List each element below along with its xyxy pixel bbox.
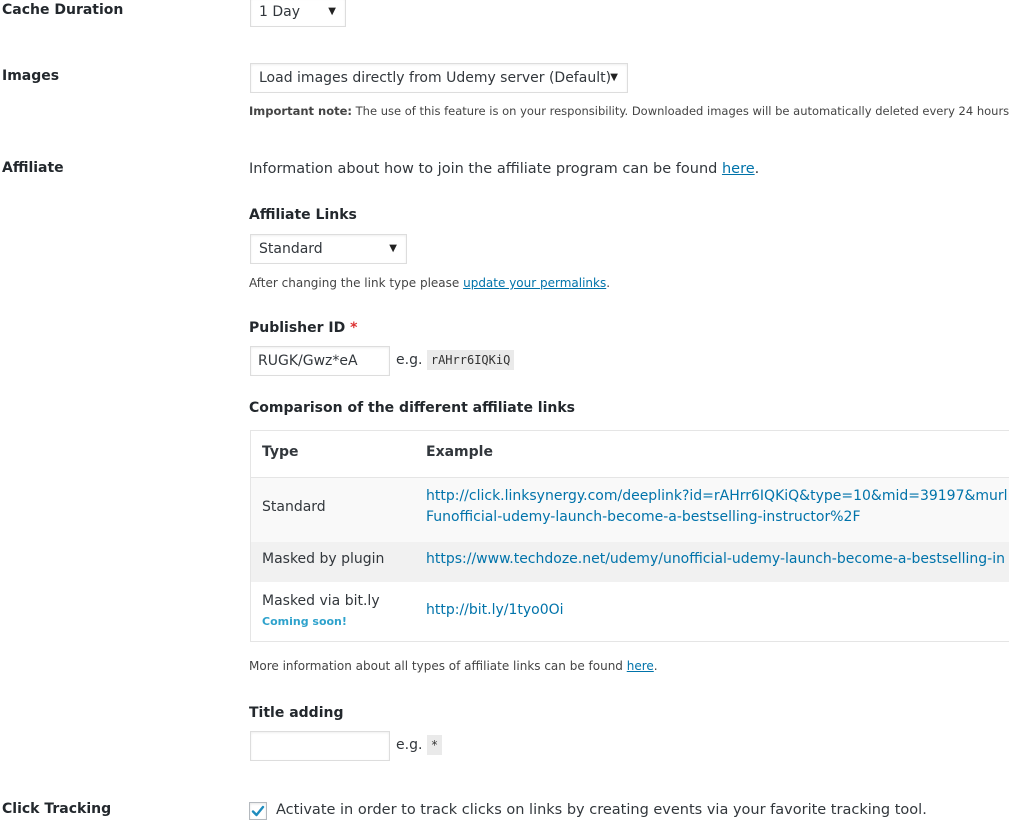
affiliate-links-value: Standard (259, 241, 323, 257)
more-info-link[interactable]: here (627, 659, 654, 673)
chevron-down-icon: ▼ (610, 72, 618, 83)
table-row: Masked via bit.ly Coming soon! http://bi… (251, 582, 1009, 641)
affiliate-intro: Information about how to join the affili… (249, 161, 759, 177)
publisher-id-value: RUGK/Gwz*eA (258, 353, 358, 369)
table-row: Standard http://click.linksynergy.com/de… (251, 477, 1009, 543)
affiliate-intro-end: . (754, 161, 760, 177)
affiliate-links-note: After changing the link type please upda… (249, 276, 610, 290)
update-permalinks-link[interactable]: update your permalinks (463, 276, 606, 290)
affiliate-program-link[interactable]: here (722, 161, 755, 177)
click-tracking-label: Click Tracking (2, 801, 112, 817)
affiliate-links-select[interactable]: Standard ▼ (250, 234, 407, 264)
chevron-down-icon: ▼ (328, 6, 336, 17)
title-adding-heading: Title adding (249, 705, 344, 721)
required-marker: * (350, 320, 358, 336)
images-label: Images (2, 68, 60, 84)
table-cell-type: Masked via bit.ly (262, 593, 380, 609)
table-header-example: Example (426, 444, 493, 460)
images-select[interactable]: Load images directly from Udemy server (… (250, 63, 628, 93)
title-adding-example-code: * (426, 735, 443, 755)
affiliate-intro-text: Information about how to join the affili… (249, 161, 722, 177)
title-adding-eg: e.g. (396, 737, 423, 753)
cache-duration-label: Cache Duration (2, 2, 124, 18)
title-adding-example: e.g. * (396, 735, 443, 755)
affiliate-label: Affiliate (2, 160, 64, 176)
checkmark-icon (251, 805, 265, 817)
images-select-value: Load images directly from Udemy server (… (259, 70, 612, 86)
click-tracking-checkbox[interactable] (249, 802, 267, 820)
more-info-text: More information about all types of affi… (249, 659, 627, 673)
affiliate-links-note-end: . (606, 276, 611, 290)
publisher-id-eg: e.g. (396, 352, 423, 368)
table-cell-link[interactable]: http://bit.ly/1tyo0Oi (426, 602, 564, 618)
publisher-id-example: e.g. rAHrr6IQKiQ (396, 350, 515, 370)
more-info-note: More information about all types of affi… (249, 659, 658, 673)
publisher-id-label: Publisher ID (249, 320, 346, 336)
images-note-text: The use of this feature is on your respo… (352, 104, 1009, 118)
publisher-id-heading: Publisher ID * (249, 320, 357, 336)
images-note: Important note: The use of this feature … (249, 104, 1009, 118)
affiliate-links-table: Type Example Standard http://click.links… (250, 430, 1009, 642)
cache-duration-select[interactable]: 1 Day ▼ (250, 0, 346, 27)
table-cell-link[interactable]: https://www.techdoze.net/udemy/unofficia… (426, 551, 1005, 567)
publisher-id-input[interactable]: RUGK/Gwz*eA (250, 346, 390, 376)
table-cell-link[interactable]: http://click.linksynergy.com/deeplink?id… (426, 488, 1009, 504)
table-cell-type: Masked by plugin (262, 551, 385, 567)
more-info-end: . (653, 659, 658, 673)
publisher-id-example-code: rAHrr6IQKiQ (426, 350, 515, 370)
images-note-strong: Important note: (249, 104, 352, 118)
table-row: Masked by plugin https://www.techdoze.ne… (251, 542, 1009, 582)
table-header-type: Type (262, 444, 299, 460)
chevron-down-icon: ▼ (389, 243, 397, 254)
affiliate-links-note-text: After changing the link type please (249, 276, 464, 290)
affiliate-links-heading: Affiliate Links (249, 207, 357, 223)
comparison-heading: Comparison of the different affiliate li… (249, 400, 576, 416)
cache-duration-value: 1 Day (259, 4, 301, 20)
click-tracking-text: Activate in order to track clicks on lin… (276, 802, 927, 818)
table-cell-link-continued[interactable]: Funofficial-udemy-launch-become-a-bestse… (426, 509, 861, 525)
table-cell-type: Standard (262, 499, 326, 515)
title-adding-input[interactable] (250, 731, 390, 761)
table-header-row: Type Example (251, 431, 1009, 477)
coming-soon-badge: Coming soon! (262, 615, 347, 628)
